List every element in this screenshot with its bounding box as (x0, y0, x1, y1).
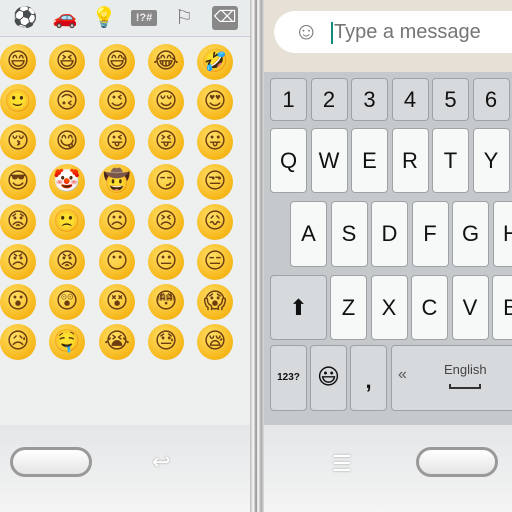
emoji-button-icon[interactable]: ☺ (294, 19, 319, 45)
emoji-0-0[interactable]: 😄 (0, 44, 36, 80)
chat-keyboard-phone: ☺ 123456 QWERTY ASDFGH ⬆ZXCVB 123?😃, « English… (264, 0, 512, 512)
chat-background: ☺ (264, 0, 512, 72)
emoji-0-1[interactable]: 😆 (49, 44, 85, 80)
key-x[interactable]: X (370, 275, 408, 340)
emoji-7-4[interactable]: 😪 (197, 324, 233, 360)
emoji-2-1[interactable]: 😋 (49, 124, 85, 160)
key-r[interactable]: R (391, 128, 429, 193)
emoji-3-4[interactable]: 😒 (197, 164, 233, 200)
message-bar: ☺ (274, 11, 512, 53)
emoji-0-3[interactable]: 😂 (148, 44, 184, 80)
key-q[interactable]: Q (270, 128, 307, 193)
emoji-3-1[interactable]: 🤡 (49, 164, 85, 200)
key-e[interactable]: E (351, 128, 388, 193)
key-4[interactable]: 4 (391, 78, 429, 121)
key-y[interactable]: Y (472, 128, 510, 193)
car-icon[interactable]: 🚗 (52, 6, 78, 30)
key-c[interactable]: C (411, 275, 448, 340)
emoji-2-0[interactable]: 😚 (0, 124, 36, 160)
emoji-2-2[interactable]: 😜 (99, 124, 135, 160)
emoji-2-3[interactable]: 😝 (148, 124, 184, 160)
comma-key[interactable]: , (350, 345, 387, 411)
prev-language-icon[interactable]: « (398, 366, 407, 384)
emoji-5-1[interactable]: 😡 (49, 244, 85, 280)
emoji-5-0[interactable]: 😠 (0, 244, 36, 280)
emoji-1-4[interactable]: 😍 (197, 84, 233, 120)
key-v[interactable]: V (451, 275, 489, 340)
key-h[interactable]: H (492, 201, 512, 267)
emoji-4-3[interactable]: 😣 (148, 204, 184, 240)
key-w[interactable]: W (310, 128, 348, 193)
soccer-ball-icon[interactable]: ⚽ (12, 6, 38, 30)
emoji-category-bar: ⚽ 🚗 💡 !?# ⚐ ⌫ (0, 0, 250, 37)
emoji-5-3[interactable]: 😐 (148, 244, 184, 280)
key-b[interactable]: B (492, 275, 512, 340)
key-t[interactable]: T (432, 128, 469, 193)
message-input[interactable] (334, 21, 512, 44)
phone-bezel: ☰ (264, 425, 512, 512)
emoji-6-3[interactable]: 😳 (148, 284, 184, 320)
emoji-4-1[interactable]: 🙁 (49, 204, 85, 240)
symbols-icon[interactable]: !?# (131, 10, 157, 26)
symbols-key[interactable]: 123? (270, 345, 307, 411)
backspace-icon[interactable]: ⌫ (212, 6, 238, 30)
home-button[interactable] (416, 447, 498, 477)
emoji-5-2[interactable]: 😶 (99, 244, 135, 280)
back-icon[interactable]: ↩ (152, 449, 170, 475)
emoji-4-4[interactable]: 😖 (197, 204, 233, 240)
text-cursor (331, 22, 333, 44)
emoji-6-2[interactable]: 😵 (99, 284, 135, 320)
emoji-7-3[interactable]: 😓 (148, 324, 184, 360)
emoji-7-2[interactable]: 😭 (99, 324, 135, 360)
emoji-4-2[interactable]: ☹ (99, 204, 135, 240)
lightbulb-icon[interactable]: 💡 (91, 6, 117, 30)
key-3[interactable]: 3 (351, 78, 388, 121)
phone-bezel: ↩ (0, 425, 250, 512)
keyboard: 1 2 3 4 5 6 Q W E R T Y A S D F G H ⬆ Z X C V B 123? 😃, « English (264, 72, 512, 425)
key-1[interactable]: 1 (270, 78, 307, 121)
key-6[interactable]: 6 (472, 78, 510, 121)
space-key[interactable]: « English (391, 345, 512, 411)
emoji-0-4[interactable]: 🤣 (197, 44, 233, 80)
emoji-7-1[interactable]: 🤤 (49, 324, 85, 360)
emoji-1-3[interactable]: 😌 (148, 84, 184, 120)
key-d[interactable]: D (371, 201, 408, 267)
space-bar-icon (449, 384, 481, 389)
key-a[interactable]: A (290, 201, 327, 267)
emoji-0-2[interactable]: 😅 (99, 44, 135, 80)
menu-icon[interactable]: ☰ (332, 451, 352, 477)
key-2[interactable]: 2 (310, 78, 348, 121)
flag-icon[interactable]: ⚐ (171, 6, 197, 30)
emoji-6-0[interactable]: 😮 (0, 284, 36, 320)
emoji-1-2[interactable]: 😉 (99, 84, 135, 120)
emoji-1-0[interactable]: 🙂 (0, 84, 36, 120)
shift-key[interactable]: ⬆ (270, 275, 327, 340)
space-language-label: English (444, 362, 487, 377)
key-g[interactable]: G (452, 201, 489, 267)
key-s[interactable]: S (330, 201, 368, 267)
emoji-key[interactable]: 😃 (310, 345, 347, 411)
emoji-5-4[interactable]: 😑 (197, 244, 233, 280)
emoji-6-1[interactable]: 😲 (49, 284, 85, 320)
emoji-3-2[interactable]: 🤠 (99, 164, 135, 200)
emoji-keyboard-phone: ⚽ 🚗 💡 !?# ⚐ ⌫ 😄 😆 😅 😂 🤣 🙂 🙃 😉 😌 😍 😚 😋 😜 😝 😛 😎 🤡 🤠 😏 😒 😟 🙁 ☹ 😣 😖 😠 😡 😶 😐 😑 😮… (0, 0, 250, 512)
emoji-4-0[interactable]: 😟 (0, 204, 36, 240)
home-button[interactable] (10, 447, 92, 477)
emoji-3-0[interactable]: 😎 (0, 164, 36, 200)
emoji-6-4[interactable]: 😱 (197, 284, 233, 320)
key-z[interactable]: Z (330, 275, 367, 340)
phone-divider (250, 0, 264, 512)
emoji-7-0[interactable]: 😥 (0, 324, 36, 360)
key-5[interactable]: 5 (432, 78, 469, 121)
emoji-3-3[interactable]: 😏 (148, 164, 184, 200)
emoji-1-1[interactable]: 🙃 (49, 84, 85, 120)
key-f[interactable]: F (411, 201, 449, 267)
emoji-2-4[interactable]: 😛 (197, 124, 233, 160)
